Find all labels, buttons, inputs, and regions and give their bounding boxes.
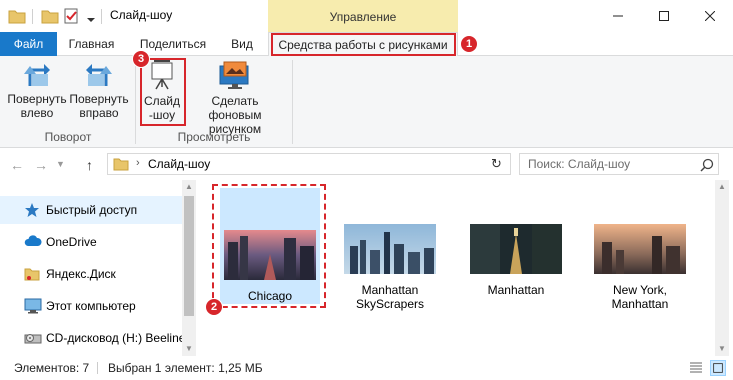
file-item-manhattan-skyscrapers[interactable]: Manhattan SkyScrapers xyxy=(342,224,438,311)
file-name-line: Manhattan xyxy=(361,283,419,297)
callout-badge-2: 2 xyxy=(205,298,223,316)
sidebar-item-this-pc[interactable]: Этот компьютер xyxy=(0,292,182,320)
file-item-new-york-manhattan[interactable]: New York, Manhattan xyxy=(592,224,688,311)
group-divider xyxy=(135,60,136,144)
callout-highlight-file xyxy=(212,184,326,308)
rotate-left-label-1: Повернуть xyxy=(7,92,67,106)
sidebar-item-cd-drive[interactable]: CD-дисковод (H:) Beeline xyxy=(0,324,186,352)
search-placeholder: Поиск: Слайд-шоу xyxy=(528,157,631,171)
rotate-left-icon xyxy=(24,64,50,86)
forward-arrow-icon[interactable]: → xyxy=(34,157,48,173)
close-icon xyxy=(705,11,715,21)
close-button[interactable] xyxy=(687,0,733,32)
cd-drive-icon xyxy=(24,334,42,344)
desktop-background-icon xyxy=(219,61,249,89)
sidebar-item-label: OneDrive xyxy=(46,235,97,249)
image-thumbnail xyxy=(344,224,436,274)
breadcrumb-chevron-icon[interactable]: › xyxy=(136,157,140,169)
rotate-right-icon xyxy=(86,64,112,86)
sidebar-item-label: Быстрый доступ xyxy=(46,203,138,217)
title-bar: Слайд-шоу Управление xyxy=(0,0,733,32)
sidebar-item-quick-access[interactable]: Быстрый доступ xyxy=(0,196,182,224)
file-item-manhattan[interactable]: Manhattan xyxy=(468,224,564,297)
set-background-label-1: Сделать фоновым xyxy=(208,94,262,122)
up-arrow-icon[interactable]: ↑ xyxy=(86,157,93,173)
recent-locations-icon[interactable]: ▼ xyxy=(56,159,65,169)
window-title: Слайд-шоу xyxy=(110,8,173,22)
file-name-line: SkyScrapers xyxy=(355,297,425,311)
search-input[interactable]: Поиск: Слайд-шоу xyxy=(519,153,719,175)
folder-icon xyxy=(24,268,40,281)
group-divider xyxy=(292,60,293,144)
customize-toolbar-icon[interactable] xyxy=(87,12,95,28)
folder-icon xyxy=(113,158,129,171)
refresh-icon[interactable]: ↻ xyxy=(491,156,502,172)
scrollbar-thumb[interactable] xyxy=(184,196,194,316)
divider xyxy=(32,9,33,24)
folder-icon[interactable] xyxy=(8,8,26,24)
file-name: New York, Manhattan xyxy=(592,283,688,311)
computer-icon xyxy=(24,298,42,314)
file-name-line: New York, xyxy=(612,283,668,297)
cloud-icon xyxy=(24,235,42,246)
rotate-right-label-2: вправо xyxy=(79,106,119,120)
minimize-button[interactable] xyxy=(595,0,641,32)
selection-info: Выбран 1 элемент: 1,25 МБ xyxy=(108,361,263,375)
image-thumbnail xyxy=(594,224,686,274)
divider xyxy=(97,362,98,374)
sidebar-item-label: Этот компьютер xyxy=(46,299,136,313)
search-icon xyxy=(700,158,714,172)
tab-file[interactable]: Файл xyxy=(0,32,57,56)
rotate-left-label-2: влево xyxy=(20,106,54,120)
callout-highlight-tab xyxy=(271,33,456,56)
file-name: Manhattan SkyScrapers xyxy=(342,283,438,311)
image-thumbnail xyxy=(470,224,562,274)
scroll-down-icon[interactable]: ▼ xyxy=(718,344,726,353)
sidebar-item-label: Яндекс.Диск xyxy=(46,267,116,281)
group-label-view: Просмотреть xyxy=(177,130,251,144)
divider xyxy=(101,9,102,24)
item-count: Элементов: 7 xyxy=(14,361,90,375)
breadcrumb[interactable]: Слайд-шоу xyxy=(148,157,210,171)
large-icons-view-icon[interactable] xyxy=(710,360,726,376)
rotate-right-label-1: Повернуть xyxy=(69,92,129,106)
navigation-scrollbar[interactable]: ▲ ▼ xyxy=(182,180,196,356)
scroll-up-icon[interactable]: ▲ xyxy=(185,182,193,191)
status-bar: Элементов: 7 Выбран 1 элемент: 1,25 МБ xyxy=(0,356,733,380)
star-icon xyxy=(25,203,39,217)
properties-icon[interactable] xyxy=(63,8,79,24)
tab-view[interactable]: Вид xyxy=(220,32,264,56)
scroll-down-icon[interactable]: ▼ xyxy=(185,344,193,353)
address-row: ← → ▼ ↑ › Слайд-шоу ⌄ ↻ Поиск: Слайд-шоу xyxy=(0,148,733,180)
folder-icon[interactable] xyxy=(41,8,59,24)
sidebar-item-label: CD-дисковод (H:) Beeline xyxy=(46,331,186,345)
set-background-button[interactable]: Сделать фоновым рисунком xyxy=(186,60,284,136)
rotate-left-button[interactable]: Повернуть влево xyxy=(6,60,68,120)
maximize-button[interactable] xyxy=(641,0,687,32)
navigation-pane: Быстрый доступ OneDrive Яндекс.Диск Этот… xyxy=(0,180,196,356)
minimize-icon xyxy=(613,15,623,17)
tab-home[interactable]: Главная xyxy=(57,32,126,56)
sidebar-item-yandex-disk[interactable]: Яндекс.Диск xyxy=(0,260,182,288)
callout-badge-1: 1 xyxy=(460,35,478,53)
file-name-line: Manhattan xyxy=(611,297,669,311)
group-label-rotate: Поворот xyxy=(44,130,92,144)
sidebar-item-onedrive[interactable]: OneDrive xyxy=(0,228,182,256)
content-scrollbar[interactable]: ▲ ▼ xyxy=(715,180,729,356)
ribbon: Повернуть влево Повернуть вправо Поворот… xyxy=(0,56,733,148)
rotate-right-button[interactable]: Повернуть вправо xyxy=(68,60,130,120)
file-name: Manhattan xyxy=(487,283,545,297)
details-view-icon[interactable] xyxy=(688,360,704,376)
scroll-up-icon[interactable]: ▲ xyxy=(718,182,726,191)
context-tab-header: Управление xyxy=(268,0,458,32)
maximize-icon xyxy=(659,11,669,21)
address-bar[interactable]: › Слайд-шоу ⌄ xyxy=(107,153,586,175)
callout-highlight-slideshow xyxy=(140,58,186,126)
callout-badge-3: 3 xyxy=(132,50,150,68)
back-arrow-icon[interactable]: ← xyxy=(10,157,24,173)
